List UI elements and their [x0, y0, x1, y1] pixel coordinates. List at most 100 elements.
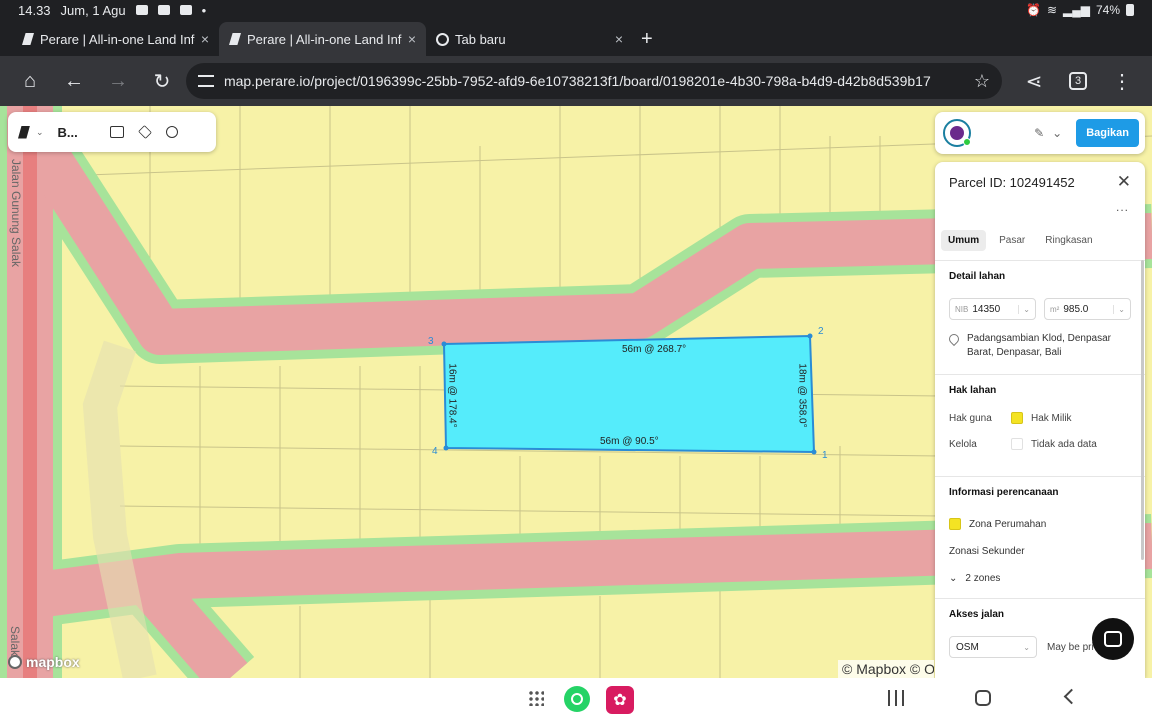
mapbox-logo-text: mapbox — [26, 654, 80, 670]
area-select[interactable]: m² 985.0 ⌄ — [1044, 298, 1131, 320]
kelola-label: Kelola — [949, 438, 977, 450]
hak-lahan-section: Hak lahan Hak guna Hak Milik Kelola Tida… — [935, 374, 1145, 476]
reload-icon: ↻ — [153, 70, 171, 93]
zones-toggle[interactable]: ⌄ 2 zones — [949, 573, 1131, 584]
pointer-tool: ✎ ⌄ — [1034, 126, 1062, 140]
panel-scrollbar[interactable] — [1141, 260, 1144, 560]
youtube-notification-icon — [157, 5, 170, 15]
arrow-right-icon: → — [107, 69, 128, 92]
tab-ringkasan[interactable]: Ringkasan — [1038, 230, 1099, 251]
area-prefix: m² — [1050, 304, 1060, 314]
gallery-notification-icon — [135, 5, 148, 15]
chevron-down-icon[interactable]: ⌄ — [1052, 126, 1062, 140]
map-attribution[interactable]: © Mapbox © Op — [838, 660, 934, 678]
zone-name: Zona Perumahan — [969, 518, 1047, 530]
search-icon[interactable] — [165, 126, 178, 138]
tab-label: Tab baru — [455, 31, 506, 47]
arrow-left-icon: ← — [63, 69, 84, 92]
road-source-select[interactable]: OSM ⌄ — [949, 636, 1037, 658]
tab-label: Perare | All-in-one Land Info — [247, 31, 402, 47]
nib-value: 14350 — [972, 303, 1001, 315]
kelola-swatch — [1011, 438, 1023, 450]
tab-new[interactable]: Tab baru × — [426, 22, 633, 56]
tab-switcher-button[interactable]: 3 — [1058, 60, 1098, 102]
edge-label-top: 56m @ 268.7° — [622, 344, 687, 355]
chat-button[interactable] — [1092, 618, 1134, 660]
shaded-strip — [82, 340, 157, 678]
share-icon: ⋖ — [1025, 70, 1043, 93]
hak-guna-label: Hak guna — [949, 412, 992, 424]
bookmark-star-icon[interactable]: ☆ — [974, 71, 990, 92]
section-title: Detail lahan — [949, 271, 1006, 282]
browser-menu-button[interactable]: ⋮ — [1102, 60, 1142, 102]
flower-app-icon[interactable]: ✿ — [606, 686, 634, 714]
chevron-down-icon: ⌄ — [1023, 642, 1030, 652]
detail-lahan-section: Detail lahan NIB 14350 ⌄ m² 985.0 ⌄ Pada… — [935, 260, 1145, 374]
tab-pasar[interactable]: Pasar — [992, 230, 1032, 251]
layers-icon[interactable] — [137, 125, 152, 139]
home-button[interactable]: ⌂ — [10, 60, 50, 102]
share-page-button[interactable]: ⋖ — [1014, 60, 1054, 102]
user-bar: ✎ ⌄ Bagikan — [935, 112, 1145, 154]
zona-perumahan-swatch — [949, 518, 961, 530]
browser-toolbar: ⌂ ← → ↻ map.perare.io/project/0196399c-2… — [0, 56, 1152, 106]
app-drawer-icon[interactable] — [528, 690, 544, 706]
address-bar[interactable]: map.perare.io/project/0196399c-25bb-7952… — [185, 63, 1003, 99]
new-tab-button[interactable]: + — [641, 22, 653, 56]
forward-button[interactable]: → — [98, 60, 138, 102]
facebook-notification-icon — [179, 5, 192, 15]
more-notifications-icon: • — [201, 2, 207, 18]
url-text[interactable]: map.perare.io/project/0196399c-25bb-7952… — [224, 73, 964, 89]
share-button[interactable]: Bagikan — [1076, 119, 1139, 147]
chevron-down-icon[interactable]: ⌄ — [36, 127, 44, 138]
kebab-menu-icon: ⋮ — [1111, 70, 1132, 93]
status-time: 14.33 — [18, 2, 51, 18]
perare-favicon-icon — [229, 33, 241, 45]
cursor-tool-icon[interactable]: ✎ — [1034, 126, 1044, 140]
book-icon[interactable] — [109, 126, 124, 138]
road-source-value: OSM — [956, 641, 979, 653]
panel-tabs: Umum Pasar Ringkasan — [941, 230, 1100, 251]
close-tab-icon[interactable]: × — [615, 31, 623, 47]
mapbox-logo: mapbox — [8, 654, 80, 670]
site-info-icon[interactable] — [197, 75, 214, 87]
secondary-zoning-label: Zonasi Sekunder — [949, 546, 1025, 557]
panel-title: Parcel ID: 102491452 — [949, 175, 1075, 190]
nib-select[interactable]: NIB 14350 ⌄ — [949, 298, 1036, 320]
close-tab-icon[interactable]: × — [201, 31, 209, 47]
status-bar: 14.33 Jum, 1 Agu • ⏰ ≋ ▂▄▆ 74% — [0, 0, 1152, 20]
vertex-label-3: 3 — [428, 336, 434, 347]
edge-label-bottom: 56m @ 90.5° — [600, 436, 659, 447]
hak-guna-value: Hak Milik — [1031, 412, 1072, 424]
section-title: Hak lahan — [949, 385, 997, 396]
chevron-down-icon: ⌄ — [1018, 304, 1030, 314]
board-name[interactable]: B... — [58, 125, 78, 140]
close-tab-icon[interactable]: × — [408, 31, 416, 47]
tab-umum[interactable]: Umum — [941, 230, 987, 251]
chevron-down-icon: ⌄ — [949, 573, 958, 584]
back-button[interactable]: ← — [54, 60, 94, 102]
tab-perare-2[interactable]: Perare | All-in-one Land Info × — [219, 22, 426, 56]
vertex-label-4: 4 — [432, 446, 438, 457]
whatsapp-app-icon[interactable] — [564, 686, 590, 712]
road-label-gunung-salak: Jalan Gunung Salak — [9, 158, 24, 268]
avatar[interactable] — [943, 119, 971, 147]
more-options-icon[interactable]: ... — [1116, 200, 1129, 214]
wifi-icon: ≋ — [1046, 3, 1057, 17]
back-nav-icon[interactable] — [1063, 688, 1080, 705]
edge-label-left: 16m @ 178.4° — [446, 363, 458, 428]
home-icon: ⌂ — [23, 69, 37, 92]
vertex-label-1: 1 — [822, 450, 828, 461]
tab-perare-1[interactable]: Perare | All-in-one Land Info × — [12, 22, 219, 56]
phone-icon — [571, 693, 583, 705]
perare-logo-icon[interactable] — [18, 125, 30, 139]
edge-label-right: 18m @ 358.0° — [796, 363, 808, 428]
reload-button[interactable]: ↻ — [142, 60, 182, 102]
chevron-down-icon: ⌄ — [1113, 304, 1125, 314]
avatar-flower-icon — [950, 126, 964, 140]
home-nav-icon[interactable] — [975, 690, 991, 706]
recent-apps-icon[interactable] — [888, 690, 904, 706]
close-icon[interactable]: ✕ — [1117, 172, 1131, 192]
area-value: 985.0 — [1063, 303, 1089, 315]
chat-bubble-icon — [1104, 631, 1122, 647]
